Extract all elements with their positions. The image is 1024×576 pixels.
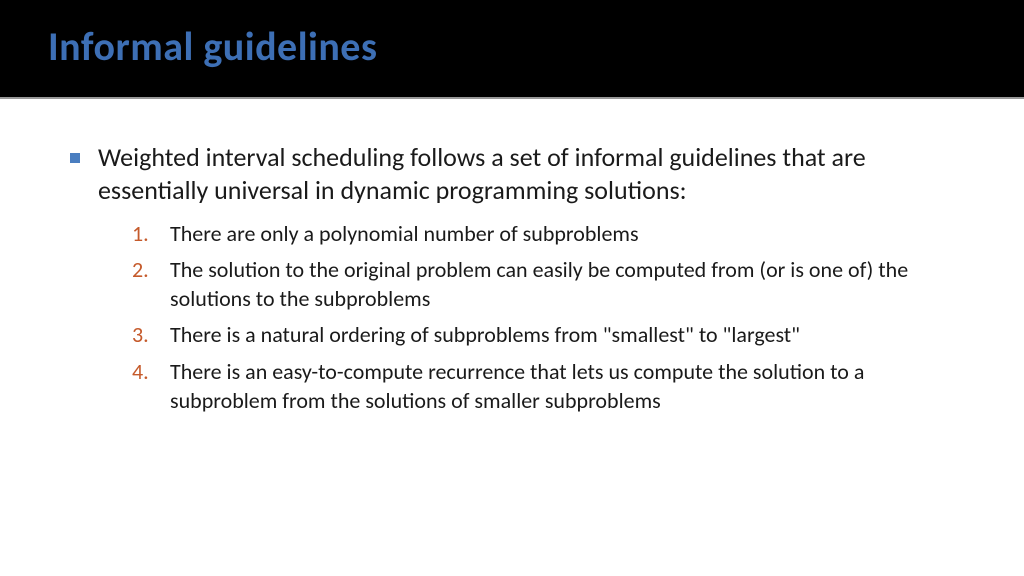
list-item-text: There are only a polynomial number of su… <box>170 220 639 249</box>
bullet-item: Weighted interval scheduling follows a s… <box>70 141 974 208</box>
number-marker: 2. <box>132 256 162 285</box>
slide-content: Weighted interval scheduling follows a s… <box>0 99 1024 415</box>
list-item-text: There is a natural ordering of subproble… <box>170 321 800 350</box>
numbered-list: 1. There are only a polynomial number of… <box>132 220 974 416</box>
number-marker: 1. <box>132 220 162 249</box>
title-bar: Informal guidelines <box>0 0 1024 99</box>
list-item: 4. There is an easy-to-compute recurrenc… <box>132 358 974 415</box>
slide-title: Informal guidelines <box>48 22 1024 71</box>
number-marker: 4. <box>132 358 162 387</box>
list-item: 2. The solution to the original problem … <box>132 256 974 313</box>
list-item: 3. There is a natural ordering of subpro… <box>132 321 974 350</box>
square-bullet-icon <box>70 153 80 163</box>
bullet-text: Weighted interval scheduling follows a s… <box>98 141 974 208</box>
list-item: 1. There are only a polynomial number of… <box>132 220 974 249</box>
list-item-text: The solution to the original problem can… <box>170 256 974 313</box>
number-marker: 3. <box>132 321 162 350</box>
list-item-text: There is an easy-to-compute recurrence t… <box>170 358 974 415</box>
